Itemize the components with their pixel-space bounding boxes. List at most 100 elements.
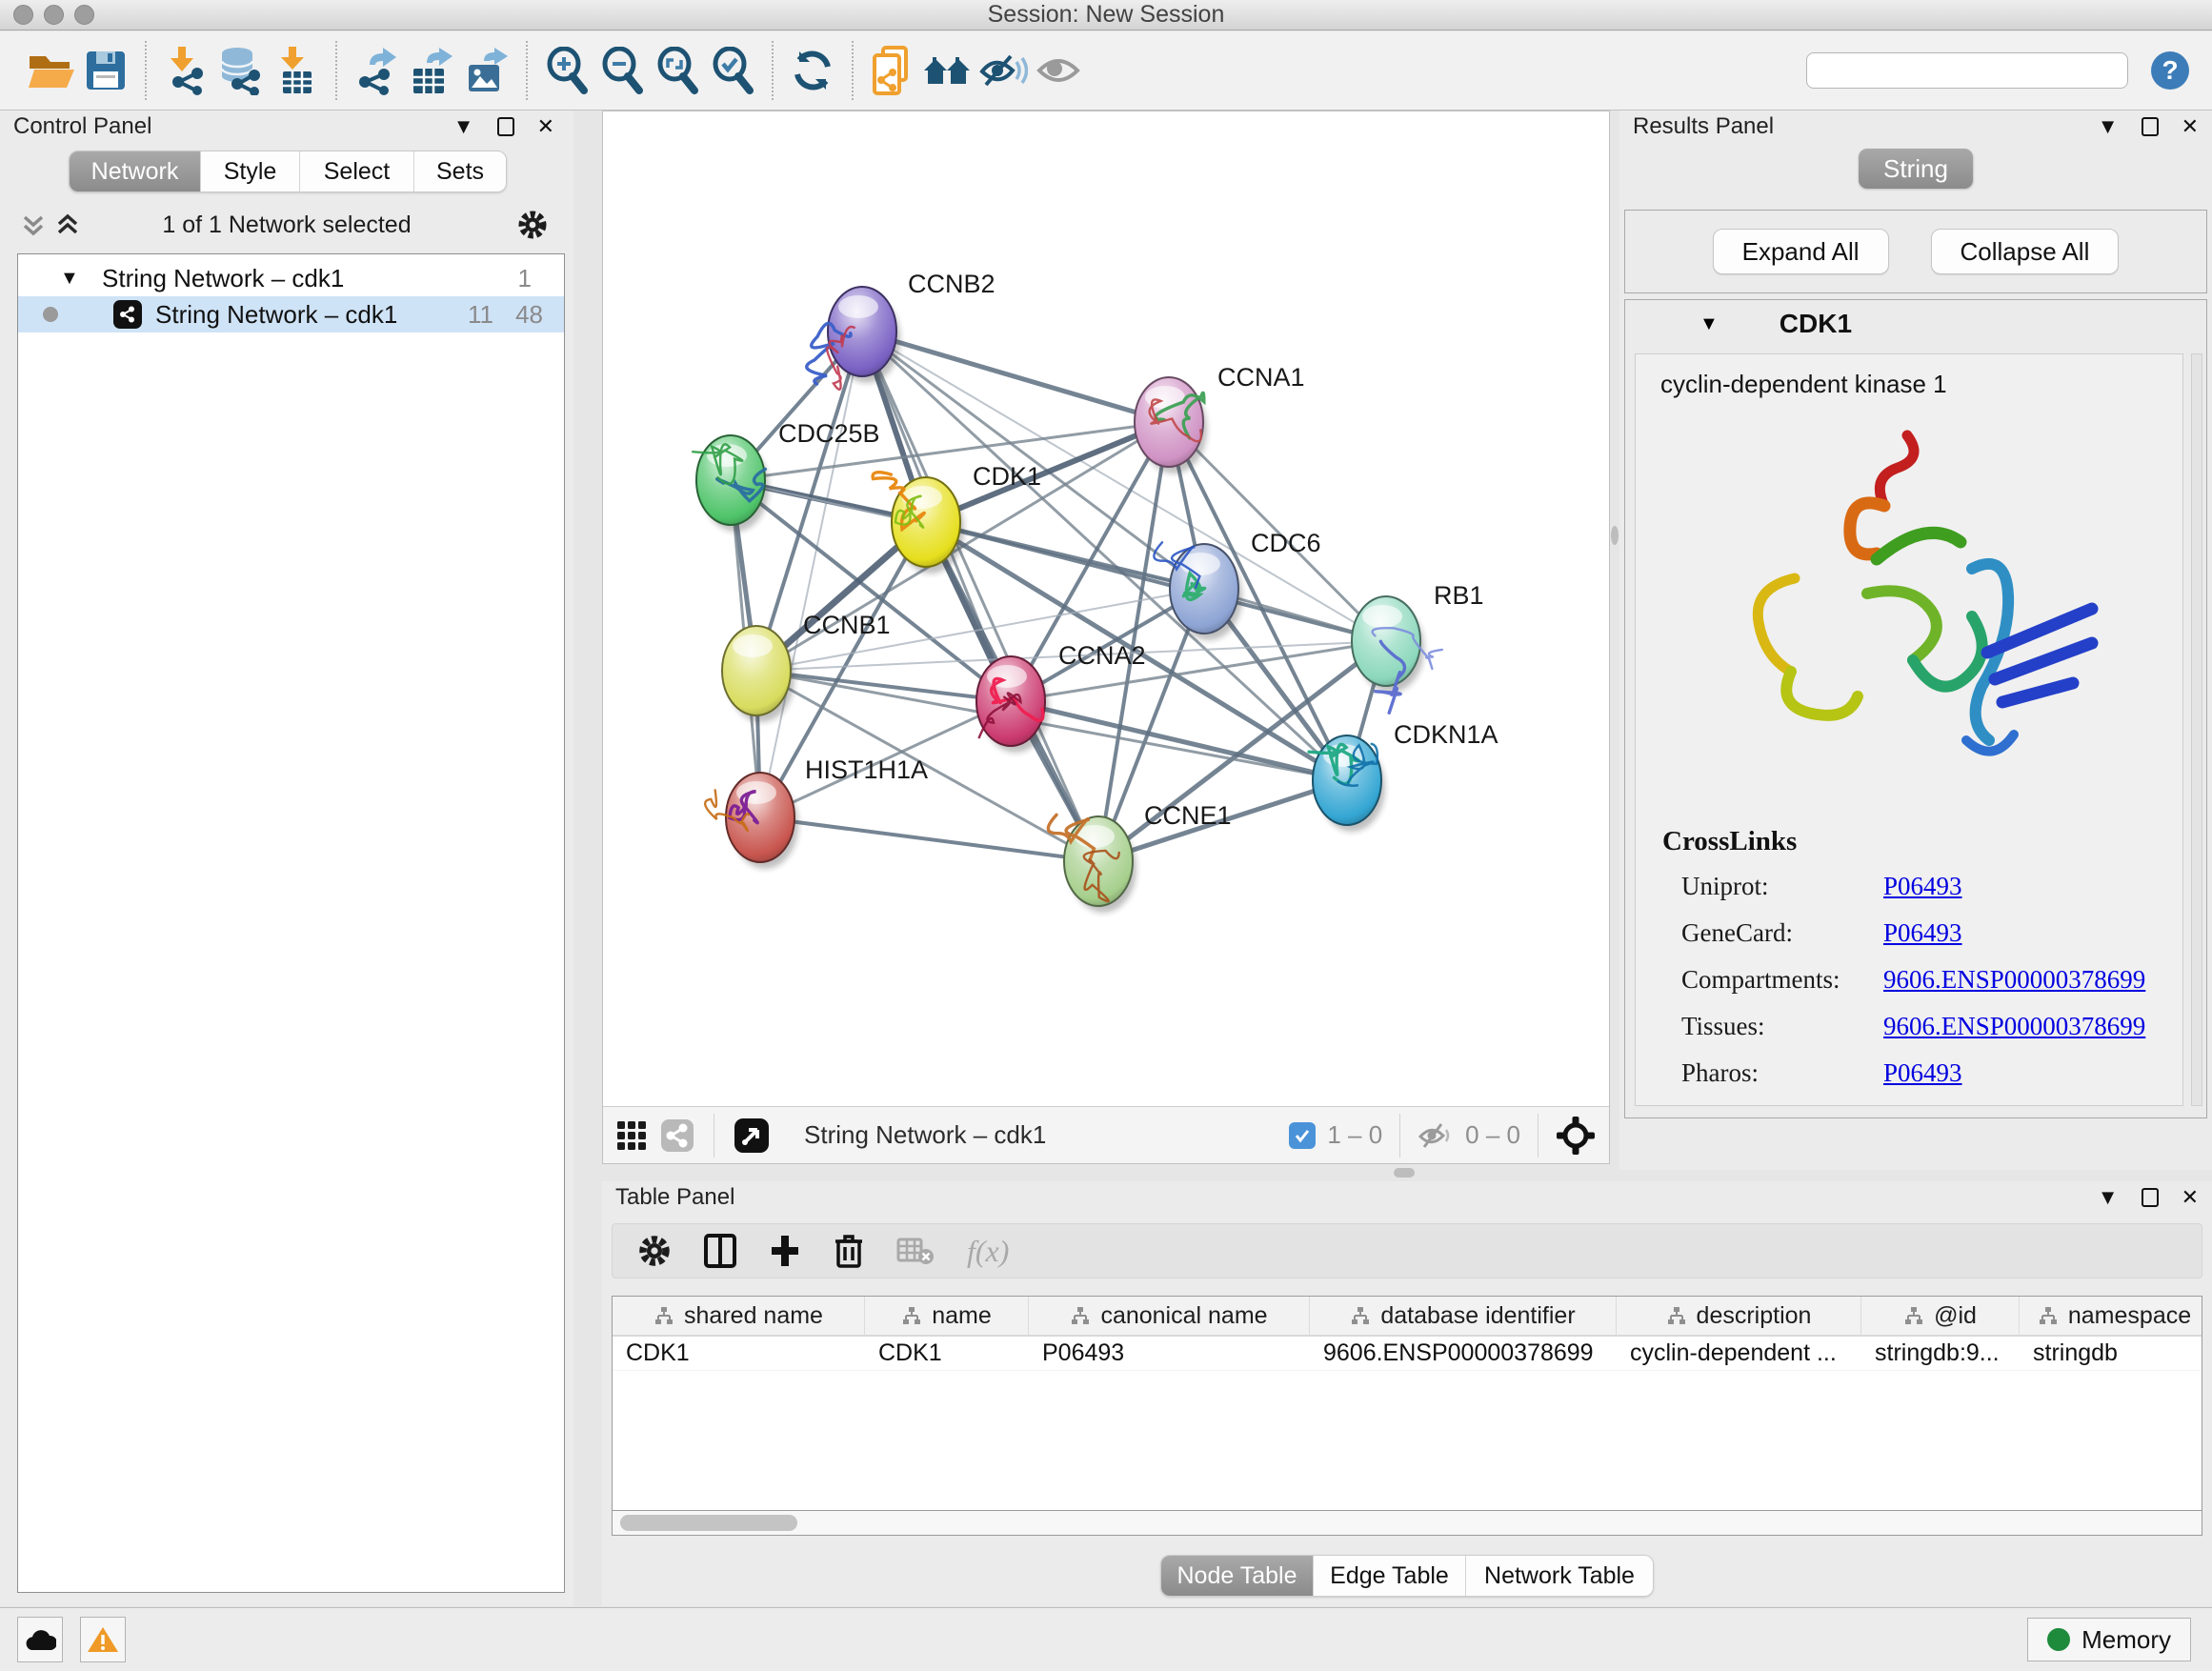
scrollbar-thumb[interactable] (620, 1515, 797, 1531)
card-caret-icon[interactable]: ▼ (1699, 313, 1719, 335)
table-cell[interactable]: stringdb:9... (1861, 1337, 2020, 1370)
column-header-database-identifier[interactable]: database identifier (1310, 1297, 1617, 1335)
zoom-fit-button[interactable] (650, 43, 705, 98)
table-cell[interactable]: P06493 (1029, 1337, 1310, 1370)
delete-column-trash-icon[interactable] (834, 1233, 864, 1269)
apply-layout-button[interactable] (785, 43, 840, 98)
search-input[interactable] (1824, 56, 2123, 85)
network-node-RB1[interactable] (1352, 596, 1442, 713)
add-column-icon[interactable] (769, 1233, 801, 1269)
panel-collapse-icon[interactable]: ▼ (2098, 1187, 2119, 1208)
column-header-namespace[interactable]: namespace (2020, 1297, 2202, 1335)
column-header-description[interactable]: description (1617, 1297, 1861, 1335)
crosslink-link[interactable]: 9606.ENSP00000378699 (1883, 965, 2145, 995)
grid-view-icon[interactable] (616, 1120, 647, 1151)
panel-collapse-icon[interactable]: ▼ (453, 116, 474, 137)
selected-checkbox-icon[interactable] (1289, 1122, 1316, 1149)
column-header-canonical-name[interactable]: canonical name (1029, 1297, 1310, 1335)
network-canvas[interactable]: CCNB2CCNA1CDC25BCDK1CDC6RB1CCNB1CCNA2CDK… (603, 111, 1609, 1106)
network-collection-row[interactable]: ▼ String Network – cdk1 1 (18, 262, 564, 294)
table-cell[interactable]: stringdb (2020, 1337, 2202, 1370)
duplicate-network-button[interactable] (865, 43, 920, 98)
network-node-CCNE1[interactable] (1048, 815, 1136, 913)
network-node-CCNA2[interactable] (976, 656, 1049, 753)
panel-close-icon[interactable]: ✕ (2182, 1187, 2199, 1208)
network-edge[interactable] (760, 332, 862, 817)
open-session-button[interactable] (23, 43, 78, 98)
tab-node-table[interactable]: Node Table (1161, 1556, 1314, 1596)
column-header-shared-name[interactable]: shared name (613, 1297, 865, 1335)
center-view-icon[interactable] (1556, 1116, 1596, 1156)
zoom-selected-button[interactable] (705, 43, 760, 98)
show-all-button[interactable] (1031, 43, 1086, 98)
tree-caret-icon[interactable]: ▼ (60, 268, 79, 290)
network-node-CDC6[interactable] (1154, 542, 1242, 640)
network-edge[interactable] (862, 332, 1169, 422)
hide-selected-button[interactable] (975, 43, 1031, 98)
window-minimize-button[interactable] (44, 5, 64, 25)
network-share-icon[interactable] (660, 1118, 694, 1153)
network-edge[interactable] (760, 817, 1098, 861)
panel-collapse-icon[interactable]: ▼ (2098, 116, 2119, 137)
collapse-all-icon[interactable] (21, 211, 46, 238)
tab-edge-table[interactable]: Edge Table (1314, 1556, 1466, 1596)
home-view-button[interactable] (920, 43, 975, 98)
tab-style[interactable]: Style (201, 151, 300, 191)
table-cell[interactable]: CDK1 (613, 1337, 865, 1370)
network-node-CCNB1[interactable] (722, 626, 794, 722)
table-horizontal-scrollbar[interactable] (612, 1511, 2202, 1536)
warnings-button[interactable] (80, 1617, 126, 1662)
network-edge[interactable] (756, 671, 1011, 701)
show-columns-icon[interactable] (704, 1233, 736, 1269)
panel-float-icon[interactable] (2142, 117, 2159, 136)
panel-close-icon[interactable]: ✕ (537, 116, 554, 137)
crosslink-link[interactable]: P06493 (1883, 1058, 1962, 1088)
expand-all-button[interactable]: Expand All (1713, 229, 1889, 274)
results-scrollbar[interactable] (2191, 353, 2202, 1106)
table-cell[interactable]: CDK1 (865, 1337, 1029, 1370)
table-row[interactable]: CDK1CDK1P064939606.ENSP00000378699cyclin… (613, 1337, 2202, 1371)
horizontal-splitter-handle[interactable] (1394, 1168, 1415, 1178)
zoom-in-button[interactable] (539, 43, 594, 98)
save-session-button[interactable] (78, 43, 133, 98)
crosslink-link[interactable]: P06493 (1883, 872, 1962, 901)
tab-sets[interactable]: Sets (414, 151, 506, 191)
import-table-from-file-button[interactable] (269, 43, 324, 98)
tab-select[interactable]: Select (300, 151, 414, 191)
window-zoom-button[interactable] (74, 5, 94, 25)
network-row-selected[interactable]: String Network – cdk1 11 48 (18, 296, 564, 332)
table-cell[interactable]: 9606.ENSP00000378699 (1310, 1337, 1617, 1370)
network-node-HIST1H1A[interactable] (705, 773, 798, 869)
tab-network[interactable]: Network (70, 151, 201, 191)
network-node-CDKN1A[interactable] (1309, 735, 1385, 832)
help-button[interactable]: ? (2151, 51, 2189, 90)
crosslink-link[interactable]: 9606.ENSP00000378699 (1883, 1012, 2145, 1041)
vertical-splitter-handle[interactable] (1611, 526, 1619, 545)
expand-all-icon[interactable] (55, 211, 80, 238)
column-header-name[interactable]: name (865, 1297, 1029, 1335)
gear-icon[interactable] (516, 209, 549, 241)
birdseye-toggle-icon[interactable] (734, 1117, 770, 1154)
cloud-status-button[interactable] (17, 1617, 63, 1662)
tab-string[interactable]: String (1859, 149, 1973, 189)
tab-network-table[interactable]: Network Table (1466, 1556, 1653, 1596)
export-table-button[interactable] (404, 43, 459, 98)
export-network-button[interactable] (349, 43, 404, 98)
toolbar-search[interactable] (1806, 52, 2128, 89)
window-close-button[interactable] (13, 5, 33, 25)
crosslink-link[interactable]: P06493 (1883, 918, 1962, 948)
table-cell[interactable]: cyclin-dependent ... (1617, 1337, 1861, 1370)
panel-float-icon[interactable] (2142, 1188, 2159, 1207)
table-settings-gear-icon[interactable] (637, 1234, 672, 1268)
panel-float-icon[interactable] (497, 117, 514, 136)
network-node-CCNB2[interactable] (807, 287, 900, 390)
protein-card-header[interactable]: ▼ CDK1 (1625, 300, 2206, 348)
import-network-from-file-button[interactable] (158, 43, 213, 98)
memory-button[interactable]: Memory (2027, 1618, 2191, 1661)
zoom-out-button[interactable] (594, 43, 650, 98)
network-node-CCNA1[interactable] (1135, 377, 1207, 473)
collapse-all-button[interactable]: Collapse All (1931, 229, 2120, 274)
export-image-button[interactable] (459, 43, 514, 98)
panel-close-icon[interactable]: ✕ (2182, 116, 2199, 137)
column-header--id[interactable]: @id (1861, 1297, 2020, 1335)
